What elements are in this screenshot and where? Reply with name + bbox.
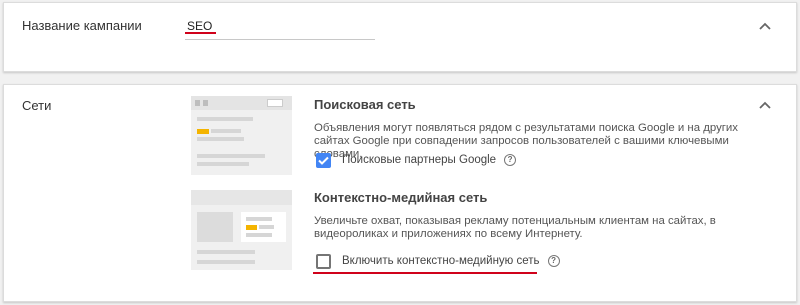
display-network-title: Контекстно-медийная сеть — [314, 190, 488, 205]
campaign-name-label: Название кампании — [22, 18, 142, 33]
search-partners-checkbox[interactable] — [316, 152, 331, 168]
networks-section: Сети Поисковая сеть Объявления могут поя… — [3, 84, 797, 302]
enable-display-network-label[interactable]: Включить контекстно-медийную сеть — [342, 255, 540, 267]
campaign-name-input[interactable]: SEO — [187, 19, 212, 33]
display-network-description: Увеличьте охват, показывая рекламу потен… — [314, 215, 716, 240]
highlight-underline — [185, 32, 216, 34]
search-network-title: Поисковая сеть — [314, 97, 416, 112]
highlight-underline — [313, 272, 537, 274]
search-network-illustration — [191, 96, 292, 175]
display-network-help-icon[interactable]: ? — [547, 255, 560, 267]
collapse-campaign-chevron-icon[interactable] — [758, 21, 772, 31]
enable-display-network-option[interactable]: Включить контекстно-медийную сеть ? — [316, 253, 560, 269]
networks-label: Сети — [22, 98, 52, 113]
collapse-networks-chevron-icon[interactable] — [758, 100, 772, 110]
campaign-name-input-underline — [185, 39, 375, 40]
search-partners-label[interactable]: Поисковые партнеры Google — [342, 154, 496, 166]
display-network-illustration — [191, 190, 292, 270]
enable-display-network-checkbox[interactable] — [316, 253, 331, 269]
search-partners-option[interactable]: Поисковые партнеры Google ? — [316, 152, 517, 168]
campaign-name-section: Название кампании SEO — [3, 2, 797, 72]
search-partners-help-icon[interactable]: ? — [504, 154, 517, 166]
checkmark-icon — [318, 156, 329, 165]
